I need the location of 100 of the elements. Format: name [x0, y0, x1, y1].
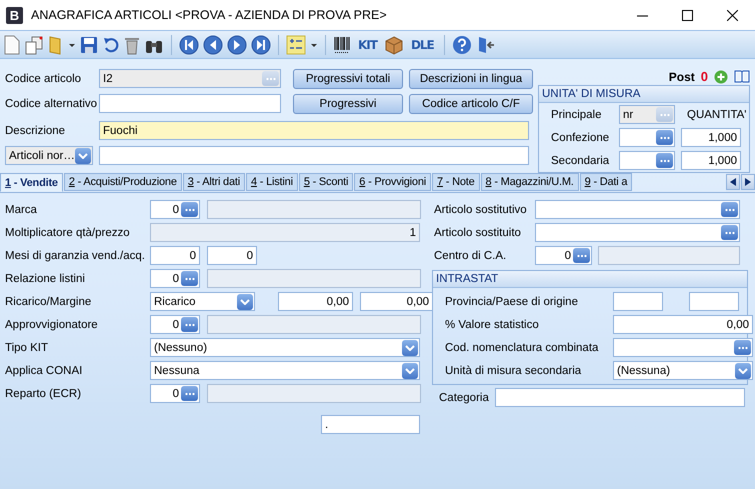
ellipsis-button[interactable] [181, 386, 198, 401]
save-icon[interactable] [80, 36, 98, 54]
readonly-field[interactable]: 1 [150, 223, 420, 242]
dle-button[interactable]: DLE [408, 38, 437, 52]
add-icon[interactable] [714, 70, 728, 84]
chevron-icon [78, 152, 88, 158]
maximize-icon[interactable] [682, 10, 693, 20]
code-field[interactable]: 0 [150, 315, 200, 334]
code-field[interactable]: 0 [150, 200, 200, 219]
input-field[interactable]: . [321, 415, 420, 434]
description-field[interactable] [207, 384, 421, 403]
tab[interactable]: 7 - Note [432, 173, 480, 191]
ellipsis-button[interactable] [181, 317, 198, 332]
previous-icon[interactable] [203, 34, 223, 54]
input-field[interactable]: Fuochi [99, 121, 529, 140]
tab[interactable]: 9 - Dati a [580, 173, 632, 191]
chevron-icon [738, 368, 748, 374]
kit-button[interactable]: KIT [355, 38, 380, 52]
new-document-icon[interactable] [4, 34, 20, 54]
field-label: Moltiplicatore qtà/prezzo [5, 226, 131, 238]
input-field[interactable] [99, 94, 281, 113]
field-label: Descrizione [5, 124, 66, 136]
undo-icon[interactable] [102, 36, 120, 54]
tab[interactable]: 6 - Provvigioni [354, 173, 431, 191]
description-field[interactable] [207, 200, 421, 219]
action-button[interactable]: Progressivi totali [293, 68, 403, 88]
tab[interactable]: 3 - Altri dati [182, 173, 245, 191]
ellipsis-button[interactable] [721, 202, 738, 217]
chevron-icon [405, 368, 415, 374]
description-field[interactable] [598, 246, 740, 265]
ellipsis-button[interactable] [734, 340, 751, 355]
dropdown-field[interactable]: (Nessuno) [150, 338, 420, 357]
lookup-field[interactable] [619, 128, 675, 147]
dropdown-field[interactable]: Ricarico [150, 292, 255, 311]
action-button[interactable]: Progressivi [293, 94, 403, 114]
app-logo: B [6, 6, 23, 24]
ellipsis-button[interactable] [656, 153, 673, 168]
lookup-field[interactable] [535, 200, 740, 219]
ellipsis-icon [266, 76, 276, 80]
input-field[interactable] [495, 388, 745, 407]
input-field[interactable] [613, 292, 663, 311]
ellipsis-button[interactable] [181, 271, 198, 286]
ellipsis-button[interactable] [181, 202, 198, 217]
tab[interactable]: 5 - Sconti [298, 173, 354, 191]
input-field[interactable]: 0,00 [360, 292, 433, 311]
field-label: Centro di C.A. [433, 250, 508, 262]
dropdown-button[interactable] [735, 362, 751, 378]
quantity-field[interactable]: 1,000 [681, 128, 741, 147]
input-field[interactable]: 0,00 [613, 315, 753, 334]
field-label: Principale [551, 108, 602, 120]
group-title: UNITA' DI MISURA [539, 86, 749, 103]
field-label: Ricarico/Margine [5, 296, 92, 308]
close-icon[interactable] [727, 10, 738, 20]
dropdown-field[interactable]: Nessuna [150, 361, 420, 380]
tab[interactable]: 1 - Vendite [0, 173, 63, 192]
dropdown-button[interactable] [237, 294, 253, 310]
action-button[interactable]: Descrizioni in lingua [409, 68, 533, 88]
quantity-field[interactable]: 1,000 [681, 151, 741, 170]
tab[interactable]: 2 - Acquisti/Produzione [64, 173, 182, 191]
scroll-right-button[interactable] [741, 174, 755, 190]
input-field[interactable] [99, 146, 529, 165]
input-field[interactable] [689, 292, 739, 311]
ellipsis-button[interactable] [721, 225, 738, 240]
tab[interactable]: 8 - Magazzini/U.M. [480, 173, 579, 191]
barcode-icon[interactable] [333, 36, 351, 54]
code-field[interactable]: 0 [150, 269, 200, 288]
list-icon[interactable] [286, 34, 306, 54]
description-field[interactable] [207, 269, 421, 288]
help-icon[interactable] [452, 34, 472, 54]
input-field[interactable]: 0 [207, 246, 257, 265]
chevron-icon [240, 298, 250, 304]
field-label: Articolo sostitutivo [433, 204, 528, 216]
lookup-field[interactable] [619, 151, 675, 170]
copy-document-icon[interactable] [24, 34, 44, 54]
code-field[interactable]: 0 [535, 246, 592, 265]
field-label: Mesi di garanzia vend./acq. [5, 250, 146, 262]
description-field[interactable] [207, 315, 421, 334]
next-icon[interactable] [227, 34, 247, 54]
tab[interactable]: 4 - Listini [246, 173, 298, 191]
dropdown-button[interactable] [402, 362, 418, 378]
dropdown-button[interactable] [75, 148, 91, 164]
first-icon[interactable] [179, 34, 199, 54]
last-icon[interactable] [251, 34, 271, 54]
ellipsis-icon [184, 322, 194, 326]
dropdown-button[interactable] [402, 340, 418, 356]
lookup-field[interactable] [613, 338, 753, 357]
action-button[interactable]: Codice articolo C/F [409, 94, 533, 114]
scroll-left-button[interactable] [726, 174, 740, 190]
lookup-field[interactable] [535, 223, 740, 242]
book-icon[interactable] [734, 70, 750, 83]
field-label: Unità di misura secondaria [444, 364, 582, 376]
ellipsis-button[interactable] [573, 248, 590, 263]
dropdown-field[interactable]: (Nessuna) [613, 361, 753, 380]
input-field[interactable]: 0,00 [278, 292, 353, 311]
input-field[interactable]: 0 [150, 246, 200, 265]
ellipsis-button[interactable] [656, 130, 673, 145]
field-label: Applica CONAI [5, 364, 84, 376]
code-field[interactable]: 0 [150, 384, 200, 403]
dropdown-field[interactable]: Articoli nor… [5, 146, 93, 165]
box-icon[interactable] [384, 34, 404, 54]
